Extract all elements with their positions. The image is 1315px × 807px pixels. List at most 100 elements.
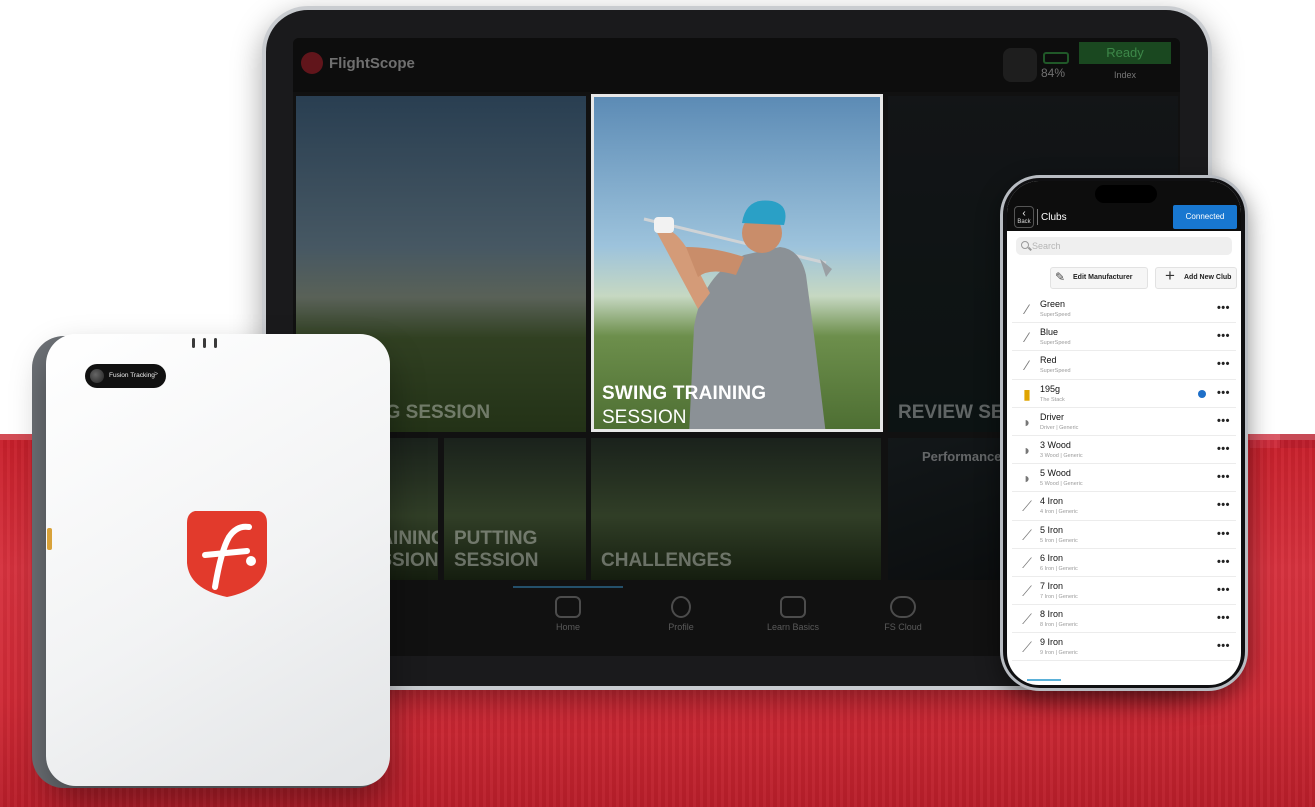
golfer-illustration <box>643 200 832 429</box>
more-options-icon[interactable]: ••• <box>1217 584 1230 596</box>
weight-icon: ▮ <box>1023 385 1031 402</box>
club-row[interactable]: ◗ 5 Wood 5 Wood | Generic ••• <box>1012 464 1236 493</box>
nav-profile[interactable]: Profile <box>646 596 716 632</box>
club-list: ⁄ Green SuperSpeed ••• ⁄ Blue SuperSpeed ••• ⁄ Re… <box>1012 295 1236 662</box>
club-row[interactable]: ▮ 195g The Stack ••• <box>1012 380 1236 408</box>
more-options-icon[interactable]: ••• <box>1217 302 1230 314</box>
search-icon <box>1021 241 1029 249</box>
battery-percent: 84% <box>1041 66 1066 80</box>
device-vents <box>192 338 217 348</box>
club-name: 7 Iron <box>1040 580 1064 591</box>
club-row[interactable]: ⟋ 8 Iron 8 Iron | Generic ••• <box>1012 605 1236 634</box>
more-options-icon[interactable]: ••• <box>1217 358 1230 370</box>
tile-swing-training-session[interactable]: SWING TRAINING SESSION <box>591 94 883 432</box>
battery-icon <box>1043 52 1069 64</box>
device-status-icon[interactable] <box>1003 48 1037 82</box>
more-options-icon[interactable]: ••• <box>1217 612 1230 624</box>
club-subtitle: SuperSpeed <box>1040 368 1071 375</box>
club-name: 195g <box>1040 383 1061 394</box>
more-options-icon[interactable]: ••• <box>1217 528 1230 540</box>
club-subtitle: SuperSpeed <box>1040 312 1071 318</box>
club-name: 9 Iron <box>1040 637 1064 648</box>
speed-stick-icon: ⁄ <box>1025 357 1029 374</box>
phone-notch <box>1095 185 1157 203</box>
more-options-icon[interactable]: ••• <box>1217 640 1230 652</box>
club-subtitle: 8 Iron | Generic <box>1040 622 1078 629</box>
chevron-left-icon: ‹ <box>1022 208 1026 219</box>
tile-label: CHALLENGES <box>601 550 732 571</box>
more-options-icon[interactable]: ••• <box>1217 330 1230 342</box>
selected-check-icon <box>1198 389 1206 398</box>
club-name: 3 Wood <box>1040 439 1071 450</box>
club-name: Red <box>1040 355 1057 366</box>
wood-icon: ◗ <box>1022 413 1032 430</box>
club-row[interactable]: ◗ 3 Wood 3 Wood | Generic ••• <box>1012 436 1236 465</box>
club-row[interactable]: ⟋ 7 Iron 7 Iron | Generic ••• <box>1012 577 1236 606</box>
tablet-header: FlightScope 84% Ready Index <box>293 38 1180 92</box>
home-icon <box>555 596 581 618</box>
club-name: 8 Iron <box>1040 609 1064 620</box>
more-options-icon[interactable]: ••• <box>1217 443 1230 455</box>
club-subtitle: 3 Wood | Generic <box>1040 452 1083 459</box>
flightscope-logo-icon <box>187 511 267 597</box>
club-row[interactable]: ⟋ 9 Iron 9 Iron | Generic ••• <box>1012 633 1236 662</box>
club-row[interactable]: ◗ Driver Driver | Generic ••• <box>1012 408 1236 436</box>
brand: FlightScope <box>301 52 415 74</box>
iron-icon: ⟋ <box>1022 611 1032 628</box>
tile-label: Performance <box>922 449 1002 464</box>
wrench-icon: ✎ <box>1055 270 1066 284</box>
tile-label: PUTTING SESSION <box>454 528 539 571</box>
nav-home[interactable]: Home <box>533 596 603 632</box>
cloud-icon <box>890 596 916 618</box>
club-subtitle: 4 Iron | Generic <box>1040 509 1078 516</box>
iron-icon: ⟋ <box>1022 639 1032 656</box>
status-subtext: Index <box>1113 70 1137 80</box>
iron-icon: ⟋ <box>1022 554 1032 571</box>
scroll-indicator <box>1027 679 1061 681</box>
brand-name: FlightScope <box>329 54 415 72</box>
club-subtitle: 7 Iron | Generic <box>1040 593 1078 600</box>
plus-icon: + <box>1165 266 1175 285</box>
connected-button[interactable]: Connected <box>1173 205 1237 229</box>
club-row[interactable]: ⁄ Blue SuperSpeed ••• <box>1012 323 1236 352</box>
tile-challenges[interactable]: CHALLENGES <box>591 438 881 580</box>
club-row[interactable]: ⁄ Green SuperSpeed ••• <box>1012 295 1236 324</box>
club-subtitle: SuperSpeed <box>1040 340 1071 347</box>
wood-icon: ◗ <box>1022 470 1032 487</box>
more-options-icon[interactable]: ••• <box>1217 499 1230 511</box>
club-subtitle: Driver | Generic <box>1040 424 1079 431</box>
profile-icon <box>671 596 691 618</box>
device-port <box>47 528 52 550</box>
speed-stick-icon: ⁄ <box>1025 329 1029 346</box>
club-row[interactable]: ⟋ 5 Iron 5 Iron | Generic ••• <box>1012 521 1236 549</box>
club-subtitle: The Stack <box>1040 396 1065 403</box>
search-input[interactable]: Search <box>1016 237 1232 255</box>
club-name: 4 Iron <box>1040 496 1064 507</box>
club-name: 5 Wood <box>1040 468 1071 479</box>
flightscope-logo-icon <box>301 52 323 74</box>
club-row[interactable]: ⟋ 4 Iron 4 Iron | Generic ••• <box>1012 492 1236 521</box>
more-options-icon[interactable]: ••• <box>1217 387 1230 399</box>
more-options-icon[interactable]: ••• <box>1217 556 1230 568</box>
back-button[interactable]: ‹ Back <box>1014 206 1034 228</box>
speed-stick-icon: ⁄ <box>1025 301 1029 317</box>
camera-lens-icon <box>90 369 104 383</box>
featured-subtitle: SESSION <box>602 407 687 428</box>
phone-header: ‹ Back Clubs Connected <box>1007 181 1241 231</box>
club-name: 6 Iron <box>1040 552 1064 563</box>
club-subtitle: 5 Iron | Generic <box>1040 537 1078 544</box>
nav-fs-cloud[interactable]: FS Cloud <box>868 596 938 632</box>
club-name: 5 Iron <box>1040 524 1064 535</box>
nav-learn-basics[interactable]: Learn Basics <box>758 596 828 632</box>
club-subtitle: 5 Wood | Generic <box>1040 481 1083 488</box>
club-subtitle: 9 Iron | Generic <box>1040 650 1078 657</box>
club-subtitle: 6 Iron | Generic <box>1040 565 1078 572</box>
club-row[interactable]: ⁄ Red SuperSpeed ••• <box>1012 351 1236 380</box>
more-options-icon[interactable]: ••• <box>1217 471 1230 483</box>
club-name: Driver <box>1040 411 1064 422</box>
tile-putting-session[interactable]: PUTTING SESSION <box>444 438 586 580</box>
club-name: Green <box>1040 299 1066 309</box>
club-row[interactable]: ⟋ 6 Iron 6 Iron | Generic ••• <box>1012 549 1236 577</box>
ready-status-badge[interactable]: Ready <box>1079 42 1171 64</box>
more-options-icon[interactable]: ••• <box>1217 415 1230 427</box>
